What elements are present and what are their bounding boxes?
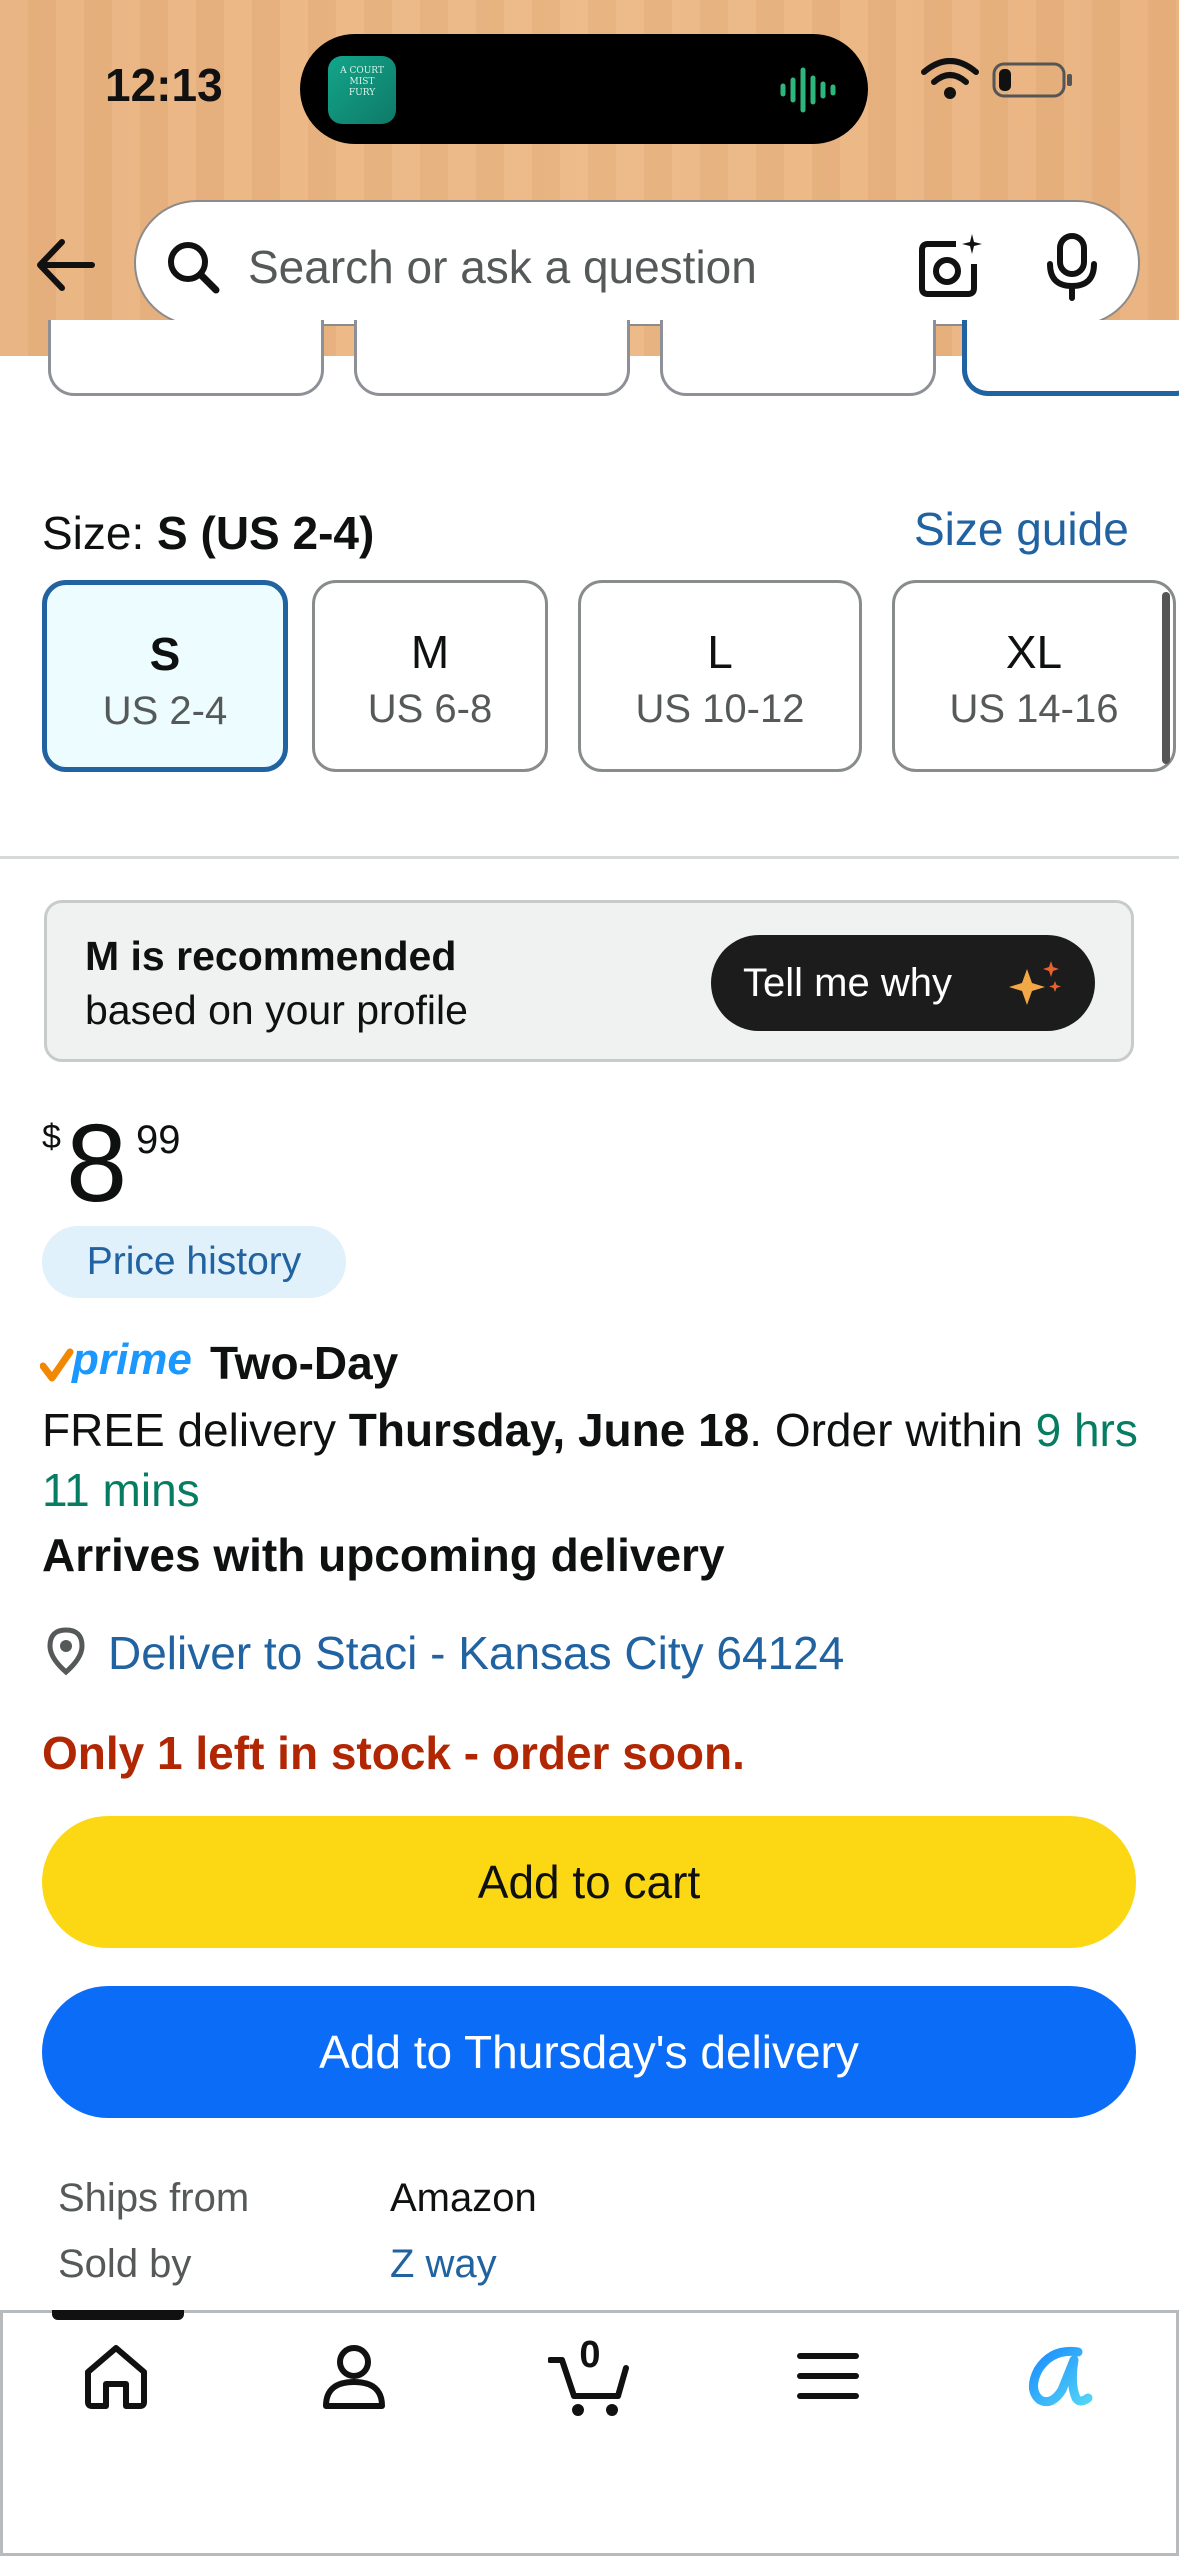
home-icon[interactable] bbox=[80, 2340, 152, 2412]
search-icon bbox=[168, 242, 220, 294]
prime-logo-text: prime bbox=[71, 1336, 192, 1384]
wifi-icon bbox=[921, 58, 979, 99]
back-arrow-icon[interactable] bbox=[34, 236, 96, 294]
search-bar[interactable]: Search or ask a question bbox=[134, 200, 1140, 326]
price-currency: $ bbox=[42, 1118, 61, 1156]
prime-speed: Two-Day bbox=[210, 1337, 399, 1389]
delivery-date: Thursday, June 18 bbox=[348, 1404, 750, 1456]
rufus-assistant-icon[interactable] bbox=[1022, 2340, 1094, 2412]
battery-icon bbox=[992, 62, 1072, 98]
price-history-button[interactable]: Price history bbox=[42, 1226, 346, 1298]
price-fraction: 99 bbox=[136, 1118, 181, 1162]
add-to-delivery-button[interactable]: Add to Thursday's delivery bbox=[42, 1986, 1136, 2118]
section-divider bbox=[0, 856, 1179, 859]
size-option-m[interactable]: M US 6-8 bbox=[312, 580, 548, 772]
delivery-option-chip-selected[interactable] bbox=[962, 320, 1179, 396]
microphone-icon[interactable] bbox=[1042, 232, 1102, 302]
account-icon[interactable] bbox=[318, 2340, 390, 2412]
size-scroll-indicator bbox=[1162, 592, 1170, 764]
prime-logo-icon: prime bbox=[40, 1336, 192, 1384]
active-tab-indicator bbox=[52, 2310, 184, 2320]
dynamic-island[interactable]: A COURT MIST FURY bbox=[300, 34, 868, 144]
deliver-to-link[interactable]: Deliver to Staci - Kansas City 64124 bbox=[108, 1626, 844, 1680]
delivery-option-chip[interactable] bbox=[48, 320, 324, 396]
tell-me-why-button[interactable]: Tell me why bbox=[711, 935, 1095, 1031]
search-input[interactable]: Search or ask a question bbox=[248, 240, 757, 294]
menu-icon[interactable] bbox=[792, 2340, 864, 2412]
camera-search-icon[interactable] bbox=[916, 232, 986, 302]
selected-size: S (US 2-4) bbox=[157, 507, 375, 559]
now-playing-app-icon: A COURT MIST FURY bbox=[328, 56, 396, 124]
sparkle-icon bbox=[1009, 961, 1061, 1005]
status-time: 12:13 bbox=[105, 59, 223, 111]
sold-by-label: Sold by bbox=[58, 2242, 192, 2286]
size-option-xl[interactable]: XL US 14-16 bbox=[892, 580, 1176, 772]
size-guide-link[interactable]: Size guide bbox=[914, 502, 1129, 556]
size-label: Size: S (US 2-4) bbox=[42, 507, 375, 559]
stock-warning: Only 1 left in stock - order soon. bbox=[42, 1727, 745, 1779]
size-option-s[interactable]: S US 2-4 bbox=[42, 580, 288, 772]
cart-tab[interactable]: 0 bbox=[548, 2334, 632, 2420]
location-pin-icon bbox=[47, 1627, 85, 1676]
recommendation-title: M is recommended bbox=[85, 933, 457, 979]
cart-count-badge: 0 bbox=[579, 2334, 601, 2376]
ships-from-value: Amazon bbox=[390, 2176, 537, 2220]
arrives-note: Arrives with upcoming delivery bbox=[42, 1529, 725, 1581]
delivery-info: FREE delivery Thursday, June 18. Order w… bbox=[42, 1404, 1138, 1516]
ships-from-label: Ships from bbox=[58, 2176, 250, 2220]
delivery-option-chip[interactable] bbox=[660, 320, 936, 396]
add-to-cart-button[interactable]: Add to cart bbox=[42, 1816, 1136, 1948]
delivery-option-chip[interactable] bbox=[354, 320, 630, 396]
price-whole: 8 bbox=[66, 1102, 128, 1225]
recommendation-subtitle: based on your profile bbox=[85, 987, 468, 1033]
size-option-l[interactable]: L US 10-12 bbox=[578, 580, 862, 772]
sold-by-link[interactable]: Z way bbox=[390, 2242, 497, 2287]
audio-waveform-icon bbox=[780, 67, 836, 113]
size-recommendation-card: M is recommended based on your profile T… bbox=[44, 900, 1134, 1062]
